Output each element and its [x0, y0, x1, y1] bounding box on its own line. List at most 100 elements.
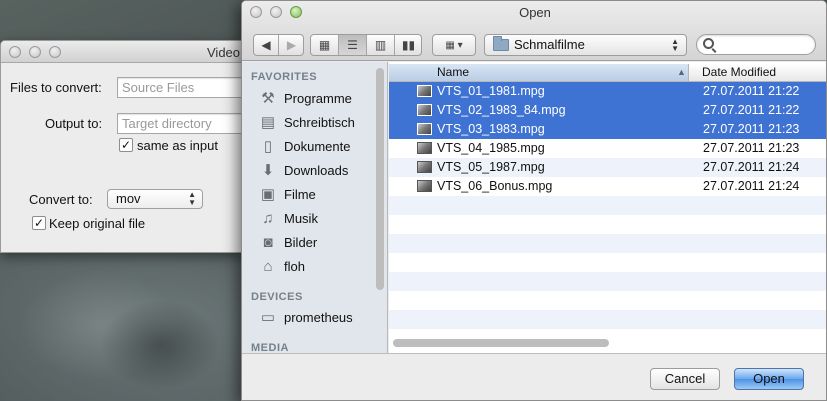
video-file-icon	[417, 85, 432, 97]
sidebar-item-label: Musik	[284, 211, 318, 226]
sidebar-item-bilder[interactable]: ◙ Bilder	[259, 232, 377, 254]
movies-icon: ▣	[260, 186, 276, 203]
arrange-button[interactable]: ▦ ▾	[432, 34, 476, 56]
icon-view-icon: ▦	[318, 38, 331, 52]
column-view-button[interactable]: ▥	[367, 35, 395, 55]
coverflow-view-button[interactable]: ▮▮	[395, 35, 422, 55]
converter-titlebar[interactable]: Video	[1, 41, 243, 63]
file-name: VTS_06_Bonus.mpg	[437, 179, 553, 193]
target-directory-input[interactable]: Target directory	[117, 113, 243, 134]
video-file-icon	[417, 123, 432, 135]
coverflow-view-icon: ▮▮	[401, 38, 416, 52]
search-field[interactable]	[696, 34, 816, 55]
back-button[interactable]: ◀	[254, 35, 279, 55]
video-file-icon	[417, 180, 432, 192]
file-row[interactable]: VTS_03_1983.mpg 27.07.2011 21:23	[389, 120, 826, 139]
video-file-icon	[417, 161, 432, 173]
sidebar-item-prometheus[interactable]: ▭ prometheus	[259, 307, 377, 329]
folder-path-popup[interactable]: Schmalfilme ▲ ▼	[484, 34, 687, 56]
name-column-label: Name	[437, 65, 470, 79]
folder-icon	[493, 36, 509, 51]
file-date: 27.07.2011 21:22	[703, 103, 800, 117]
file-row[interactable]: VTS_05_1987.mpg 27.07.2011 21:24	[389, 158, 826, 177]
file-row[interactable]: VTS_02_1983_84.mpg 27.07.2011 21:22	[389, 101, 826, 120]
popup-arrows-icon: ▲ ▼	[188, 190, 196, 207]
sidebar-item-dokumente[interactable]: ▯ Dokumente	[259, 136, 377, 158]
sidebar: FAVORITES ⚒ Programme ▤ Schreibtisch ▯ D…	[242, 62, 388, 353]
arrange-icon: ▦ ▾	[445, 39, 463, 51]
file-name: VTS_03_1983.mpg	[437, 122, 545, 136]
same-as-input-checkbox[interactable]: ✓	[119, 138, 133, 152]
desktop-icon: ▤	[260, 114, 276, 131]
file-date: 27.07.2011 21:22	[703, 84, 800, 98]
file-row[interactable]: VTS_04_1985.mpg 27.07.2011 21:23	[389, 139, 826, 158]
sidebar-item-programme[interactable]: ⚒ Programme	[259, 88, 377, 110]
file-date: 27.07.2011 21:23	[703, 141, 800, 155]
documents-icon: ▯	[263, 138, 273, 155]
column-header: Name ▲ Date Modified	[389, 64, 826, 82]
sidebar-item-floh[interactable]: ⌂ floh	[259, 256, 377, 278]
cancel-button[interactable]: Cancel	[650, 368, 720, 390]
close-window-icon[interactable]	[9, 46, 21, 58]
file-date: 27.07.2011 21:23	[703, 122, 800, 136]
file-name: VTS_05_1987.mpg	[437, 160, 545, 174]
computer-icon: ▭	[260, 309, 276, 326]
file-row[interactable]: VTS_01_1981.mpg 27.07.2011 21:22	[389, 82, 826, 101]
sidebar-item-label: Dokumente	[284, 139, 351, 154]
video-file-icon	[417, 104, 432, 116]
output-to-label: Output to:	[45, 116, 103, 131]
sidebar-item-downloads[interactable]: ⬇ Downloads	[259, 160, 377, 182]
zoom-window-icon[interactable]	[49, 46, 61, 58]
forward-button[interactable]: ▶	[279, 35, 304, 55]
background-texture	[100, 300, 220, 390]
devices-header: DEVICES	[251, 291, 303, 303]
sidebar-item-label: floh	[284, 259, 305, 274]
empty-row	[389, 215, 826, 234]
convert-format-popup[interactable]: mov ▲ ▼	[107, 189, 203, 209]
home-icon: ⌂	[263, 258, 273, 275]
sidebar-item-musik[interactable]: ♫ Musik	[259, 208, 377, 230]
list-view-icon: ☰	[347, 38, 358, 52]
file-date: 27.07.2011 21:24	[703, 179, 800, 193]
file-list: Name ▲ Date Modified VTS_01_1981.mpg 27.…	[389, 62, 826, 353]
forward-arrow-icon: ▶	[286, 38, 297, 52]
source-files-input[interactable]: Source Files	[117, 77, 243, 98]
sidebar-item-schreibtisch[interactable]: ▤ Schreibtisch	[259, 112, 377, 134]
search-icon	[703, 38, 714, 49]
current-folder-label: Schmalfilme	[514, 37, 585, 52]
sidebar-item-label: Filme	[284, 187, 316, 202]
files-to-convert-label: Files to convert:	[10, 80, 102, 95]
icon-view-button[interactable]: ▦	[311, 35, 339, 55]
convert-to-label: Convert to:	[29, 192, 93, 207]
sidebar-item-label: Programme	[284, 91, 352, 106]
list-view-button[interactable]: ☰	[339, 35, 367, 55]
empty-row	[389, 196, 826, 215]
date-column-header[interactable]: Date Modified	[702, 65, 776, 79]
keep-original-checkbox[interactable]: ✓	[32, 216, 46, 230]
empty-row	[389, 272, 826, 291]
file-row[interactable]: VTS_06_Bonus.mpg 27.07.2011 21:24	[389, 177, 826, 196]
media-header: MEDIA	[251, 342, 289, 353]
dialog-toolbar: Open ◀ ▶ ▦ ☰ ▥ ▮▮ ▦ ▾ Schmalfilme ▲ ▼	[242, 1, 826, 61]
open-dialog: Open ◀ ▶ ▦ ☰ ▥ ▮▮ ▦ ▾ Schmalfilme ▲ ▼ FAV…	[241, 0, 827, 401]
converter-window: Video Files to convert: Source Files Out…	[0, 40, 244, 253]
name-column-header[interactable]: Name ▲	[389, 64, 689, 81]
pictures-icon: ◙	[263, 234, 273, 251]
sidebar-item-label: Schreibtisch	[284, 115, 355, 130]
applications-icon: ⚒	[261, 90, 275, 107]
convert-format-value: mov	[116, 191, 141, 206]
back-arrow-icon: ◀	[261, 38, 271, 52]
column-view-icon: ▥	[374, 38, 387, 52]
empty-row	[389, 253, 826, 272]
sort-ascending-icon: ▲	[677, 67, 686, 77]
sidebar-item-label: Downloads	[284, 163, 349, 178]
file-date: 27.07.2011 21:24	[703, 160, 800, 174]
minimize-window-icon[interactable]	[29, 46, 41, 58]
sidebar-item-filme[interactable]: ▣ Filme	[259, 184, 377, 206]
sidebar-scrollbar[interactable]	[376, 68, 384, 290]
same-as-input-label: same as input	[137, 138, 218, 153]
horizontal-scrollbar[interactable]	[393, 339, 609, 347]
video-file-icon	[417, 142, 432, 154]
empty-row	[389, 291, 826, 310]
open-button[interactable]: Open	[734, 368, 804, 390]
